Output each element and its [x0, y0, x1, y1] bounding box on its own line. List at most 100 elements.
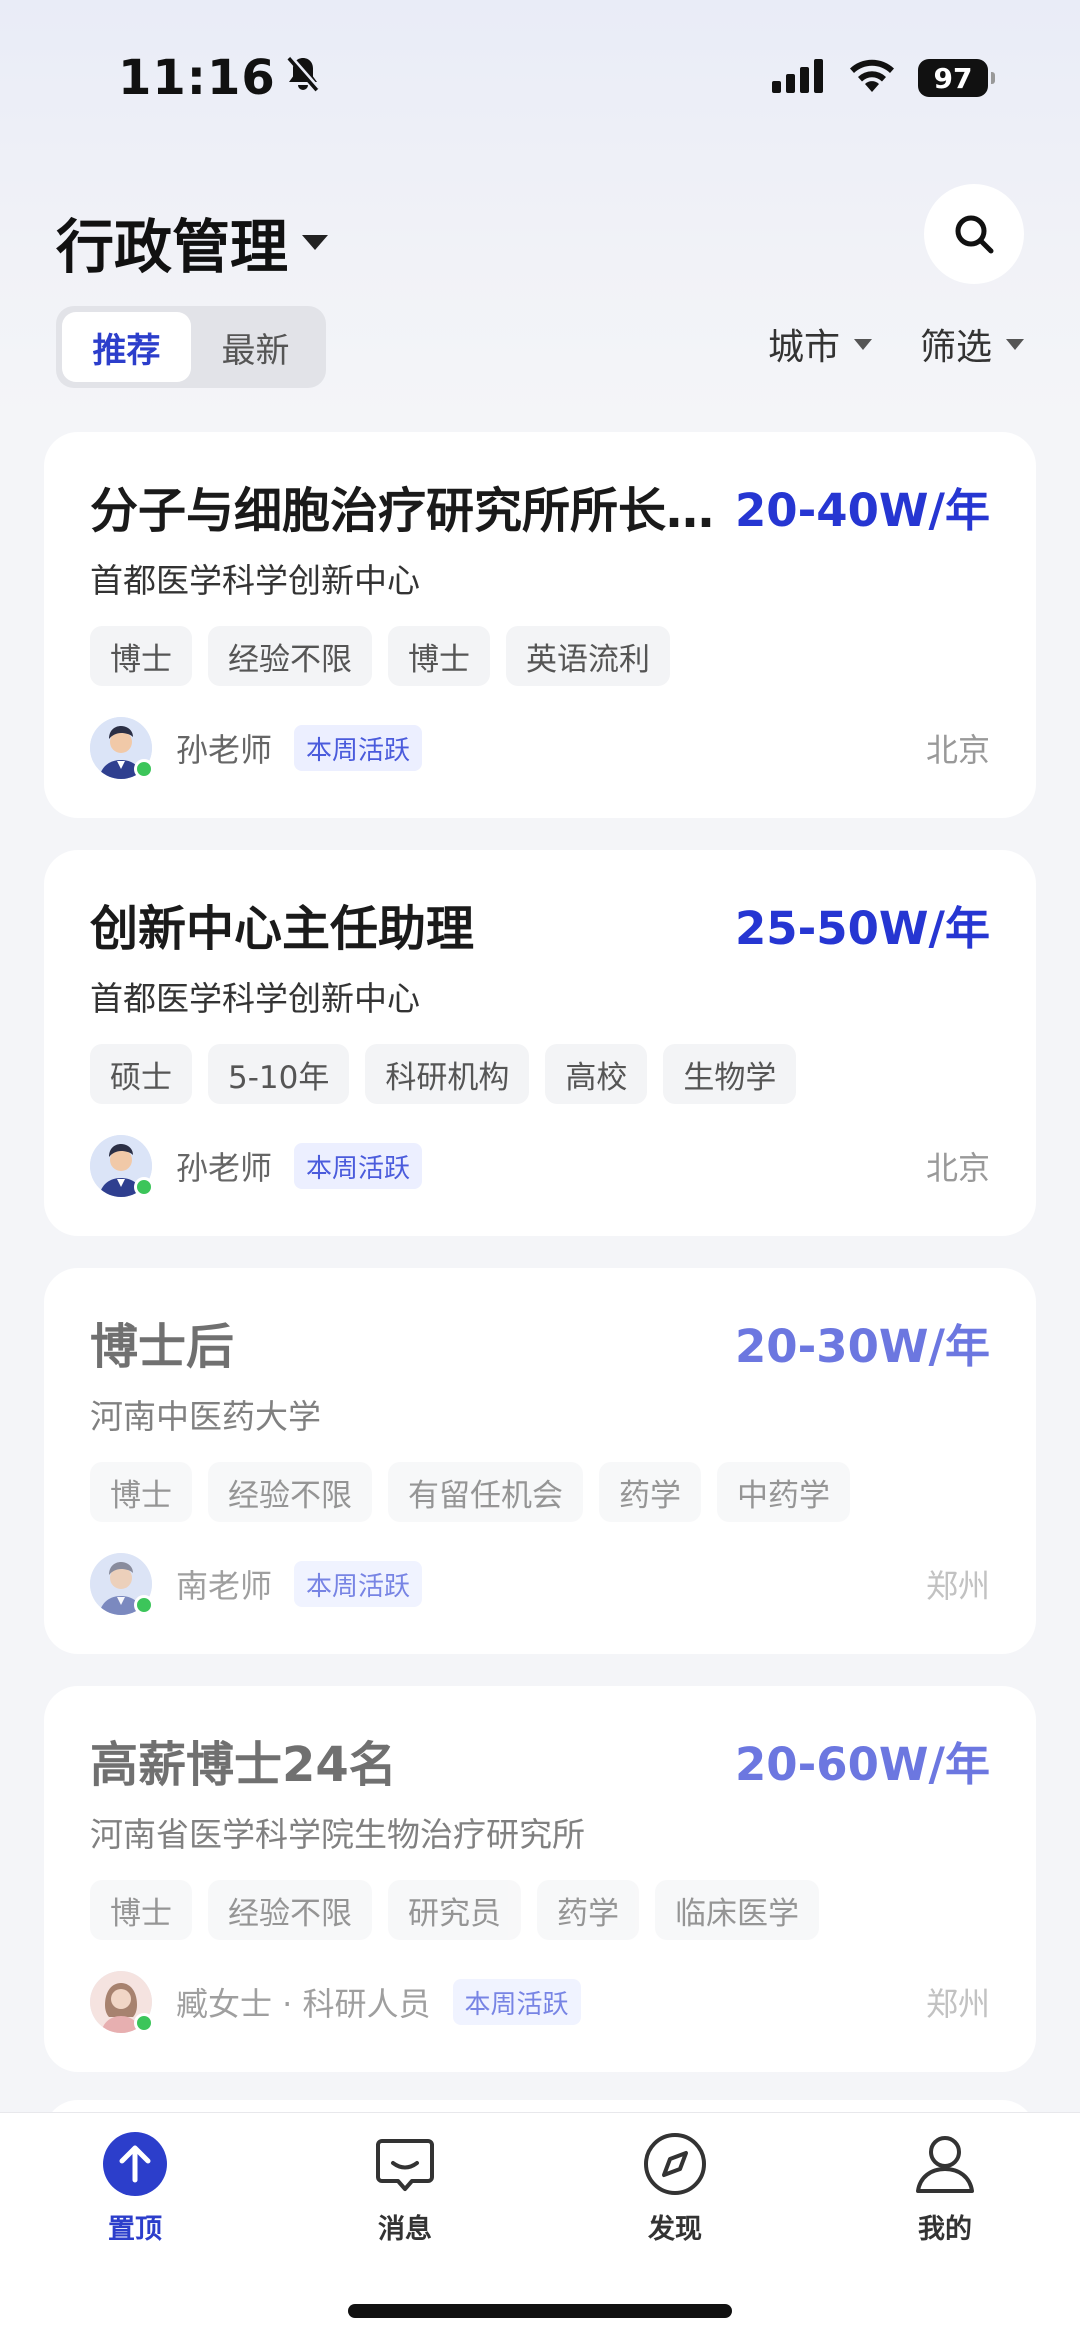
segment-latest[interactable]: 最新 — [191, 312, 320, 382]
activity-badge: 本周活跃 — [452, 1979, 581, 2025]
status-icons: 97 — [772, 58, 995, 98]
search-button[interactable] — [924, 184, 1024, 284]
tag: 经验不限 — [208, 626, 372, 686]
job-list-screen: 11:16 97 行政管理 推荐 最新 城市 筛选 分子与细胞治疗研究所所长… … — [0, 0, 1080, 2341]
job-city: 北京 — [925, 731, 990, 769]
online-status-dot — [134, 2013, 154, 2033]
job-city: 北京 — [925, 1149, 990, 1187]
activity-badge: 本周活跃 — [294, 1561, 423, 1607]
city-filter[interactable]: 城市 — [768, 318, 872, 370]
organization: 河南省医学科学院生物治疗研究所 — [90, 1815, 585, 1854]
tag: 硕士 — [90, 1044, 192, 1104]
tab-label: 置顶 — [108, 2214, 162, 2245]
home-indicator — [348, 2304, 732, 2318]
recruiter-name: 臧女士 · 科研人员 — [176, 1985, 431, 2023]
tag: 生物学 — [663, 1044, 797, 1104]
tab-discover[interactable]: 发现 — [585, 2129, 765, 2246]
battery-level: 97 — [933, 61, 973, 95]
job-card[interactable]: 创新中心主任助理 25-50W/年 首都医学科学创新中心 硕士 5-10年 科研… — [44, 850, 1036, 1236]
activity-badge: 本周活跃 — [294, 1143, 423, 1189]
organization: 首都医学科学创新中心 — [90, 561, 420, 600]
tag: 博士 — [90, 1880, 192, 1940]
tag: 中药学 — [717, 1462, 850, 1522]
person-icon — [910, 2129, 980, 2199]
tag-list: 博士 经验不限 研究员 药学 临床医学 — [90, 1880, 990, 1940]
signal-icon — [772, 59, 826, 97]
tag: 经验不限 — [208, 1462, 372, 1522]
recruiter-row: 孙老师 本周活跃 北京 — [90, 1134, 990, 1198]
tag: 博士 — [90, 626, 192, 686]
status-time-text: 11:16 — [118, 50, 276, 106]
tab-label: 我的 — [918, 2214, 972, 2245]
chat-bubble-icon — [370, 2129, 440, 2199]
tag: 博士 — [388, 626, 490, 686]
online-status-dot — [134, 1177, 154, 1197]
search-icon — [955, 215, 994, 254]
job-card[interactable]: 分子与细胞治疗研究所所长… 20-40W/年 首都医学科学创新中心 博士 经验不… — [44, 432, 1036, 818]
tab-label: 消息 — [378, 2214, 432, 2245]
wifi-icon — [848, 58, 896, 98]
tag: 临床医学 — [655, 1880, 819, 1940]
avatar — [90, 1553, 154, 1615]
tag: 研究员 — [388, 1880, 521, 1940]
organization: 首都医学科学创新中心 — [90, 979, 420, 1018]
recruiter-row: 臧女士 · 科研人员 本周活跃 郑州 — [90, 1970, 990, 2034]
sort-segmented-control: 推荐 最新 — [56, 306, 326, 388]
category-selector[interactable]: 行政管理 — [56, 200, 329, 284]
job-list: 分子与细胞治疗研究所所长… 20-40W/年 首都医学科学创新中心 博士 经验不… — [44, 432, 1036, 2104]
tag: 高校 — [545, 1044, 648, 1104]
salary: 20-40W/年 — [735, 483, 990, 537]
battery-icon: 97 — [918, 59, 995, 97]
filter-label: 筛选 — [919, 327, 992, 368]
arrow-up-circle-icon — [100, 2129, 170, 2199]
tag-list: 博士 经验不限 有留任机会 药学 中药学 — [90, 1462, 990, 1522]
job-city: 郑州 — [925, 1985, 990, 2023]
organization: 河南中医药大学 — [90, 1397, 321, 1436]
tab-profile[interactable]: 我的 — [855, 2129, 1035, 2246]
recruiter-name: 南老师 — [176, 1567, 273, 1605]
activity-badge: 本周活跃 — [294, 725, 423, 771]
page-header: 行政管理 推荐 最新 城市 筛选 — [0, 170, 1080, 410]
avatar — [90, 717, 154, 779]
tag: 有留任机会 — [388, 1462, 583, 1522]
job-title: 高薪博士24名 — [90, 1737, 397, 1793]
tab-pin-top[interactable]: 置顶 — [45, 2129, 225, 2246]
recruiter-name: 孙老师 — [176, 731, 273, 769]
status-bar: 11:16 97 — [0, 0, 1080, 160]
job-city: 郑州 — [925, 1567, 990, 1605]
tag: 5-10年 — [208, 1044, 350, 1104]
tab-label: 发现 — [648, 2214, 702, 2245]
caret-down-icon — [1006, 338, 1024, 350]
salary: 20-30W/年 — [735, 1319, 990, 1373]
job-title: 分子与细胞治疗研究所所长… — [90, 483, 715, 539]
recruiter-name: 孙老师 — [176, 1149, 273, 1187]
tab-messages[interactable]: 消息 — [315, 2129, 495, 2246]
online-status-dot — [134, 1595, 154, 1615]
online-status-dot — [134, 759, 154, 779]
segment-recommended[interactable]: 推荐 — [62, 312, 191, 382]
avatar — [90, 1971, 154, 2033]
job-card[interactable]: 博士后 20-30W/年 河南中医药大学 博士 经验不限 有留任机会 药学 中药… — [44, 1268, 1036, 1654]
tag: 科研机构 — [365, 1044, 530, 1104]
salary: 25-50W/年 — [735, 901, 990, 955]
tag: 英语流利 — [506, 626, 670, 686]
job-title: 创新中心主任助理 — [90, 901, 475, 957]
job-title: 博士后 — [90, 1319, 235, 1375]
filter-button[interactable]: 筛选 — [920, 318, 1024, 370]
salary: 20-60W/年 — [735, 1737, 990, 1791]
compass-icon — [640, 2129, 710, 2199]
job-card[interactable]: 高薪博士24名 20-60W/年 河南省医学科学院生物治疗研究所 博士 经验不限… — [44, 1686, 1036, 2072]
avatar — [90, 1135, 154, 1197]
caret-down-icon — [302, 234, 329, 250]
tag-list: 硕士 5-10年 科研机构 高校 生物学 — [90, 1044, 990, 1104]
tag: 药学 — [599, 1462, 701, 1522]
tag: 药学 — [537, 1880, 639, 1940]
city-filter-label: 城市 — [767, 327, 840, 368]
caret-down-icon — [853, 338, 872, 350]
tag: 经验不限 — [208, 1880, 372, 1940]
recruiter-row: 孙老师 本周活跃 北京 — [90, 716, 990, 780]
status-time: 11:16 — [118, 50, 322, 106]
bell-off-icon — [284, 50, 322, 106]
tag-list: 博士 经验不限 博士 英语流利 — [90, 626, 990, 686]
recruiter-row: 南老师 本周活跃 郑州 — [90, 1552, 990, 1616]
